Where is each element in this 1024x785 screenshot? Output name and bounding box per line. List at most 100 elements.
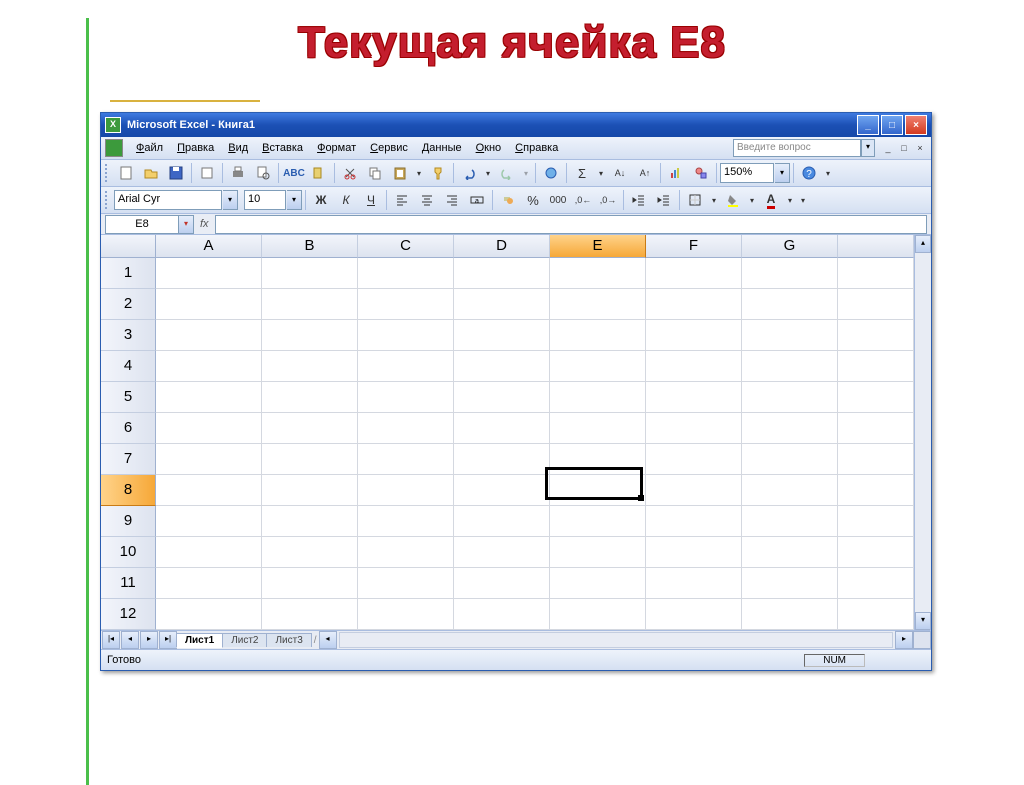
decrease-indent-button[interactable] — [627, 188, 651, 212]
column-header-C[interactable]: C — [358, 235, 454, 258]
row-header-5[interactable]: 5 — [101, 382, 156, 413]
print-preview-button[interactable] — [251, 161, 275, 185]
cell-G9[interactable] — [742, 506, 838, 537]
font-size-combo[interactable]: 10 — [244, 190, 286, 210]
drawing-button[interactable] — [689, 161, 713, 185]
undo-button[interactable] — [457, 161, 481, 185]
print-button[interactable] — [226, 161, 250, 185]
select-all-corner[interactable] — [101, 235, 156, 258]
paste-dropdown[interactable]: ▾ — [413, 169, 425, 178]
cell-D5[interactable] — [454, 382, 550, 413]
cell-F2[interactable] — [646, 289, 742, 320]
cell-G1[interactable] — [742, 258, 838, 289]
cell-D7[interactable] — [454, 444, 550, 475]
cell-B2[interactable] — [262, 289, 358, 320]
menu-окно[interactable]: Окно — [469, 140, 509, 156]
new-button[interactable] — [114, 161, 138, 185]
cell-partial[interactable] — [838, 537, 914, 568]
menu-данные[interactable]: Данные — [415, 140, 469, 156]
cell-F7[interactable] — [646, 444, 742, 475]
cell-E3[interactable] — [550, 320, 646, 351]
column-header-F[interactable]: F — [646, 235, 742, 258]
fx-icon[interactable]: fx — [200, 218, 209, 230]
cell-D2[interactable] — [454, 289, 550, 320]
cell-E4[interactable] — [550, 351, 646, 382]
close-button[interactable]: × — [905, 115, 927, 135]
currency-button[interactable] — [496, 188, 520, 212]
cell-B10[interactable] — [262, 537, 358, 568]
cell-F11[interactable] — [646, 568, 742, 599]
cell-E6[interactable] — [550, 413, 646, 444]
cell-G4[interactable] — [742, 351, 838, 382]
cell-A4[interactable] — [156, 351, 262, 382]
cell-C10[interactable] — [358, 537, 454, 568]
row-header-2[interactable]: 2 — [101, 289, 156, 320]
cell-D4[interactable] — [454, 351, 550, 382]
merge-center-button[interactable]: a — [465, 188, 489, 212]
cell-partial[interactable] — [838, 320, 914, 351]
spelling-button[interactable]: ABC — [282, 161, 306, 185]
cell-C5[interactable] — [358, 382, 454, 413]
cell-B3[interactable] — [262, 320, 358, 351]
cell-A8[interactable] — [156, 475, 262, 506]
cell-partial[interactable] — [838, 382, 914, 413]
cell-C9[interactable] — [358, 506, 454, 537]
cell-G2[interactable] — [742, 289, 838, 320]
name-box-dropdown[interactable]: ▾ — [179, 215, 194, 234]
sheet-tab-active[interactable]: Лист1 — [176, 633, 223, 648]
zoom-dropdown[interactable]: ▾ — [775, 163, 790, 183]
italic-button[interactable]: К — [334, 188, 358, 212]
align-left-button[interactable] — [390, 188, 414, 212]
menu-сервис[interactable]: Сервис — [363, 140, 415, 156]
cell-D10[interactable] — [454, 537, 550, 568]
redo-button[interactable] — [495, 161, 519, 185]
cell-E5[interactable] — [550, 382, 646, 413]
cell-E2[interactable] — [550, 289, 646, 320]
cell-D9[interactable] — [454, 506, 550, 537]
menu-файл[interactable]: Файл — [129, 140, 170, 156]
cell-F8[interactable] — [646, 475, 742, 506]
cell-partial[interactable] — [838, 413, 914, 444]
cell-A9[interactable] — [156, 506, 262, 537]
cell-D3[interactable] — [454, 320, 550, 351]
sheet-tab[interactable]: Лист2 — [222, 633, 267, 647]
cell-E11[interactable] — [550, 568, 646, 599]
cell-D8[interactable] — [454, 475, 550, 506]
cell-partial[interactable] — [838, 258, 914, 289]
cell-C4[interactable] — [358, 351, 454, 382]
cell-partial[interactable] — [838, 444, 914, 475]
cell-E9[interactable] — [550, 506, 646, 537]
cell-A12[interactable] — [156, 599, 262, 630]
cell-F3[interactable] — [646, 320, 742, 351]
borders-button[interactable] — [683, 188, 707, 212]
cell-C8[interactable] — [358, 475, 454, 506]
menu-формат[interactable]: Формат — [310, 140, 363, 156]
tab-nav-next[interactable]: ▸ — [140, 631, 158, 649]
format-painter-button[interactable] — [426, 161, 450, 185]
row-header-4[interactable]: 4 — [101, 351, 156, 382]
increase-decimal-button[interactable]: ,0← — [571, 188, 595, 212]
column-header-A[interactable]: A — [156, 235, 262, 258]
cell-E7[interactable] — [550, 444, 646, 475]
cell-F9[interactable] — [646, 506, 742, 537]
cell-partial[interactable] — [838, 475, 914, 506]
cell-F5[interactable] — [646, 382, 742, 413]
column-header-D[interactable]: D — [454, 235, 550, 258]
research-button[interactable] — [307, 161, 331, 185]
borders-dropdown[interactable]: ▾ — [708, 196, 720, 205]
cell-B12[interactable] — [262, 599, 358, 630]
cell-G7[interactable] — [742, 444, 838, 475]
help-search-dropdown[interactable]: ▾ — [861, 139, 875, 157]
cell-B6[interactable] — [262, 413, 358, 444]
cell-G3[interactable] — [742, 320, 838, 351]
cell-G10[interactable] — [742, 537, 838, 568]
cell-B1[interactable] — [262, 258, 358, 289]
align-center-button[interactable] — [415, 188, 439, 212]
tab-nav-last[interactable]: ▸| — [159, 631, 177, 649]
cell-partial[interactable] — [838, 289, 914, 320]
row-header-8[interactable]: 8 — [101, 475, 156, 506]
cell-D12[interactable] — [454, 599, 550, 630]
column-header-partial[interactable] — [838, 235, 914, 258]
formula-input[interactable] — [215, 215, 927, 234]
hyperlink-button[interactable] — [539, 161, 563, 185]
